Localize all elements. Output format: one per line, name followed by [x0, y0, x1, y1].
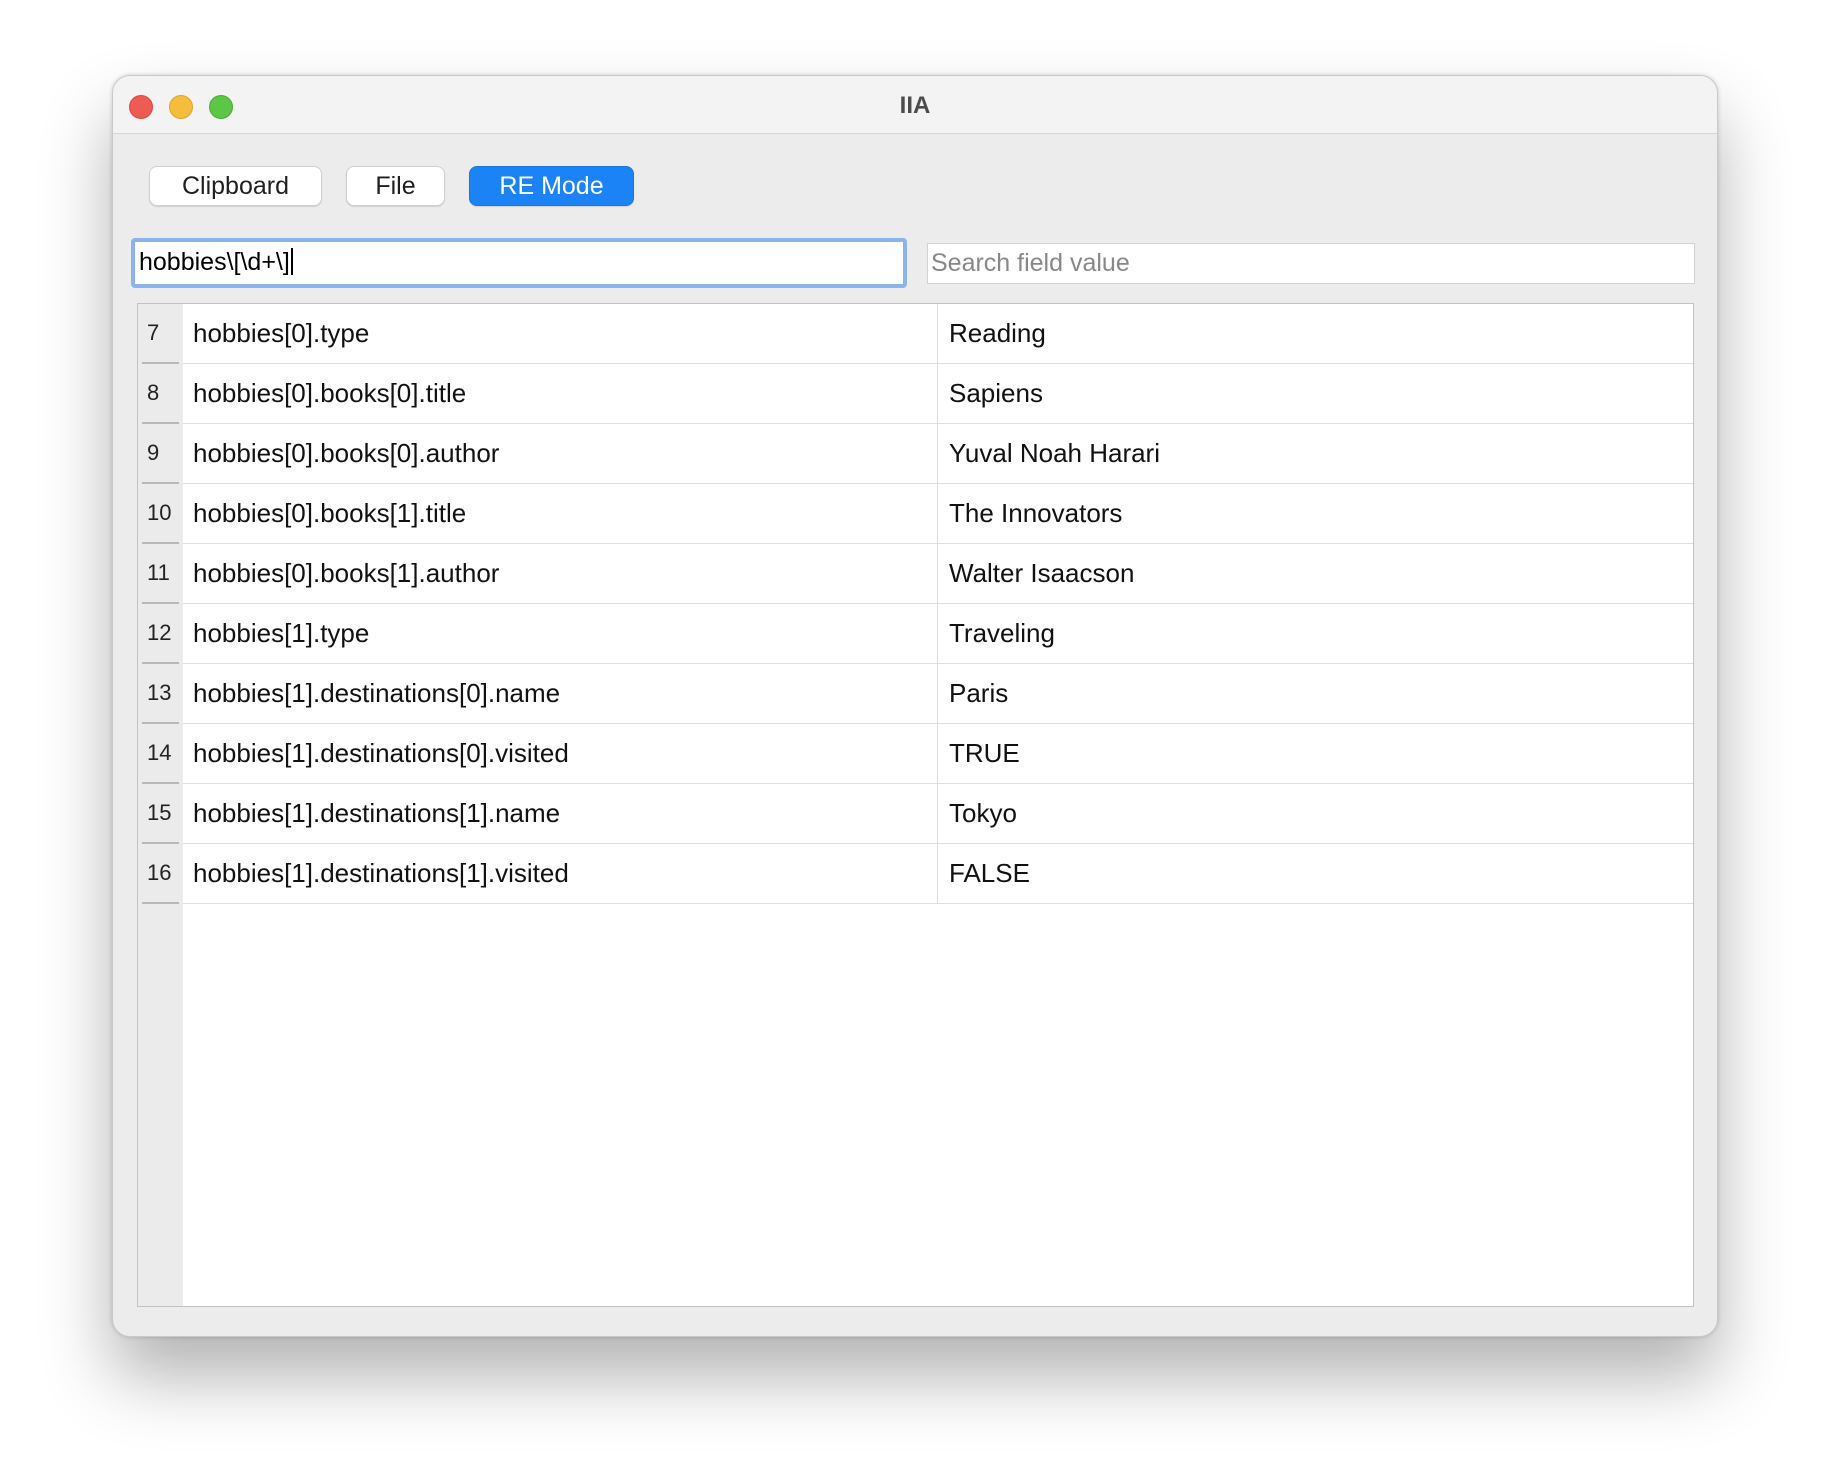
row-number: 15	[142, 784, 179, 844]
field-key-cell[interactable]: hobbies[0].books[1].title	[183, 484, 938, 544]
table-row[interactable]: 12 hobbies[1].type Traveling	[138, 604, 1694, 664]
results-table: 7 hobbies[0].type Reading 8 hobbies[0].books…	[137, 303, 1694, 1307]
clipboard-button[interactable]: Clipboard	[149, 166, 322, 206]
row-number: 16	[142, 844, 179, 904]
field-value-cell[interactable]: TRUE	[938, 724, 1693, 784]
row-number: 7	[142, 304, 179, 364]
field-key-cell[interactable]: hobbies[1].destinations[1].name	[183, 784, 938, 844]
re-mode-button[interactable]: RE Mode	[469, 166, 634, 206]
table-row[interactable]: 15 hobbies[1].destinations[1].name Tokyo	[138, 784, 1694, 844]
field-key-cell[interactable]: hobbies[1].destinations[0].name	[183, 664, 938, 724]
value-search-placeholder: Search field value	[931, 249, 1130, 277]
field-key-cell[interactable]: hobbies[0].books[0].title	[183, 364, 938, 424]
field-key-cell[interactable]: hobbies[1].destinations[0].visited	[183, 724, 938, 784]
table-row[interactable]: 13 hobbies[1].destinations[0].name Paris	[138, 664, 1694, 724]
row-number: 13	[142, 664, 179, 724]
row-number: 9	[142, 424, 179, 484]
app-window: IIA Clipboard File RE Mode hobbies\[\d+\…	[112, 75, 1718, 1337]
value-search-input[interactable]: Search field value	[927, 243, 1695, 284]
field-value-cell[interactable]: The Innovators	[938, 484, 1693, 544]
row-number: 11	[142, 544, 179, 604]
window-title: IIA	[899, 92, 931, 119]
field-value-cell[interactable]: Sapiens	[938, 364, 1693, 424]
field-value-cell[interactable]: Walter Isaacson	[938, 544, 1693, 604]
field-key-cell[interactable]: hobbies[1].type	[183, 604, 938, 664]
table-row[interactable]: 8 hobbies[0].books[0].title Sapiens	[138, 364, 1694, 424]
key-pattern-text: hobbies\[\d+\]	[139, 248, 290, 276]
field-key-cell[interactable]: hobbies[0].type	[183, 304, 938, 364]
table-row[interactable]: 16 hobbies[1].destinations[1].visited FALS…	[138, 844, 1694, 904]
field-value-cell[interactable]: Paris	[938, 664, 1693, 724]
field-value-cell[interactable]: Traveling	[938, 604, 1693, 664]
title-bar: IIA	[113, 76, 1717, 134]
table-row[interactable]: 9 hobbies[0].books[0].author Yuval Noah Ha…	[138, 424, 1694, 484]
row-number: 14	[142, 724, 179, 784]
table-row[interactable]: 14 hobbies[1].destinations[0].visited TRUE	[138, 724, 1694, 784]
field-key-cell[interactable]: hobbies[0].books[1].author	[183, 544, 938, 604]
field-value-cell[interactable]: Tokyo	[938, 784, 1693, 844]
row-number: 10	[142, 484, 179, 544]
row-number: 12	[142, 604, 179, 664]
table-row[interactable]: 7 hobbies[0].type Reading	[138, 304, 1694, 364]
field-value-cell[interactable]: Yuval Noah Harari	[938, 424, 1693, 484]
row-number: 8	[142, 364, 179, 424]
table-row[interactable]: 10 hobbies[0].books[1].title The Innovator…	[138, 484, 1694, 544]
file-button[interactable]: File	[346, 166, 445, 206]
key-pattern-input[interactable]: hobbies\[\d+\]	[131, 238, 907, 288]
table-row[interactable]: 11 hobbies[0].books[1].author Walter Isaac…	[138, 544, 1694, 604]
field-key-cell[interactable]: hobbies[1].destinations[1].visited	[183, 844, 938, 904]
field-key-cell[interactable]: hobbies[0].books[0].author	[183, 424, 938, 484]
text-cursor	[290, 248, 293, 275]
field-value-cell[interactable]: FALSE	[938, 844, 1693, 904]
field-value-cell[interactable]: Reading	[938, 304, 1693, 364]
